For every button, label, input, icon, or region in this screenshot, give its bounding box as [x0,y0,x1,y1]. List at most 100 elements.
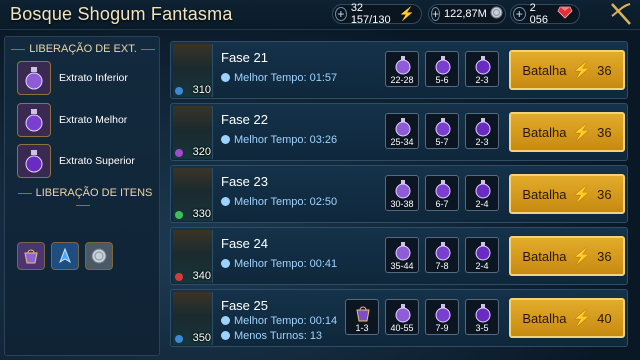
drop-quantity: 2-3 [475,137,489,147]
potion-icon [474,55,492,75]
boss-level: 350 [192,332,211,344]
drop-slot[interactable]: 30-38 [385,175,419,211]
boss-portrait: 340 [173,230,213,283]
stage-row: 330 Fase 23 Melhor Tempo: 02:50 30-38 6-7 2-4… [170,165,628,223]
add-gems-button[interactable]: + [513,7,526,21]
battle-label: Batalha [522,124,567,140]
potion-icon [17,144,51,178]
battle-button[interactable]: Batalha ⚡ 36 [509,112,625,152]
stage-row: 320 Fase 22 Melhor Tempo: 03:26 25-34 5-7 2-3… [170,103,628,161]
potion-icon [394,179,412,199]
stage-row: 350 Fase 25 Melhor Tempo: 00:14 Menos Turno… [170,289,628,347]
drop-quantity: 30-38 [390,199,414,209]
ruby-icon [557,6,573,22]
battle-button[interactable]: Batalha ⚡ 36 [509,236,625,276]
stage-name: Fase 21 [221,50,268,65]
silver-counter[interactable]: + 122,87M [428,4,506,24]
boss-level: 310 [192,84,211,96]
stage-name: Fase 25 [221,298,268,313]
extract-melhor[interactable]: Extrato Melhor [17,103,127,137]
drop-slot[interactable]: 7-8 [425,237,459,273]
drop-slot[interactable]: 35-44 [385,237,419,273]
battle-button[interactable]: Batalha ⚡ 36 [509,50,625,90]
affinity-icon [175,149,183,157]
extract-superior[interactable]: Extrato Superior [17,144,135,178]
drop-slot[interactable]: 40-55 [385,299,419,335]
potion-icon [394,55,412,75]
extract-label: Extrato Superior [59,155,135,167]
battle-button[interactable]: Batalha ⚡ 36 [509,174,625,214]
battle-label: Batalha [522,62,567,78]
drop-slot[interactable]: 7-9 [425,299,459,335]
boss-level: 320 [192,146,211,158]
affinity-icon [175,273,183,281]
potion-icon [17,103,51,137]
drop-slot[interactable]: 3-5 [465,299,499,335]
bag-icon[interactable] [17,242,45,270]
items-section-title: LIBERAÇÃO DE ITENS [5,187,161,211]
drop-quantity: 35-44 [390,261,414,271]
drop-quantity: 7-9 [435,323,449,333]
drop-quantity: 6-7 [435,199,449,209]
battle-label: Batalha [522,248,567,264]
energy-counter[interactable]: + 32 157/130 ⚡ [332,2,422,26]
add-energy-button[interactable]: + [335,7,347,21]
potion-icon [434,179,452,199]
extract-inferior[interactable]: Extrato Inferior [17,61,128,95]
drop-slot[interactable]: 22-28 [385,51,419,87]
clock-icon [221,197,230,206]
affinity-icon [175,211,183,219]
clock-icon [221,259,230,268]
potion-icon [474,303,492,323]
potion-icon [394,241,412,261]
best-time: Melhor Tempo: 00:41 [221,258,337,270]
stage-name: Fase 24 [221,236,268,251]
silver-coin-icon [490,6,503,22]
energy-cost: 36 [597,124,612,140]
silver-coin-icon[interactable] [85,242,113,270]
drop-slot[interactable]: 1-3 [345,299,379,335]
boss-level: 340 [192,270,211,282]
close-button[interactable] [606,2,636,28]
boss-portrait: 350 [173,292,213,345]
drop-quantity: 1-3 [355,323,369,333]
drop-slot[interactable]: 6-7 [425,175,459,211]
drop-quantity: 2-4 [475,261,489,271]
best-time: Melhor Tempo: 02:50 [221,196,337,208]
best-time: Melhor Tempo: 03:26 [221,134,337,146]
drop-slot[interactable]: 5-6 [425,51,459,87]
add-silver-button[interactable]: + [431,7,441,21]
drop-slot[interactable]: 2-3 [465,51,499,87]
shard-icon[interactable] [51,242,79,270]
extract-label: Extrato Inferior [59,72,128,84]
drop-slot[interactable]: 2-3 [465,113,499,149]
drop-quantity: 3-5 [475,323,489,333]
potion-icon [434,241,452,261]
drop-slot[interactable]: 25-34 [385,113,419,149]
lightning-icon: ⚡ [572,124,592,141]
energy-cost: 36 [597,248,612,264]
potion-icon [394,117,412,137]
boss-portrait: 330 [173,168,213,221]
gems-counter[interactable]: + 2 056 [510,2,580,26]
affinity-icon [175,87,183,95]
best-time-text: Melhor Tempo: 00:14 [234,315,338,327]
best-time-text: Melhor Tempo: 01:57 [234,72,338,84]
drop-slot[interactable]: 2-4 [465,237,499,273]
stage-row: 340 Fase 24 Melhor Tempo: 00:41 35-44 7-8 2-4… [170,227,628,285]
stage-name: Fase 22 [221,112,268,127]
drop-filter-panel: LIBERAÇÃO DE EXT. Extrato Inferior Extra… [4,36,160,356]
energy-cost: 36 [597,62,612,78]
clock-icon [221,316,230,325]
drop-quantity: 5-6 [435,75,449,85]
battle-button[interactable]: Batalha ⚡ 40 [509,298,625,338]
clock-icon [221,135,230,144]
drop-quantity: 25-34 [390,137,414,147]
page-title: Bosque Shogum Fantasma [10,4,233,24]
potion-icon [434,303,452,323]
drop-slot[interactable]: 5-7 [425,113,459,149]
potion-icon [474,241,492,261]
best-time-text: Melhor Tempo: 03:26 [234,134,338,146]
energy-cost: 40 [597,310,612,326]
drop-slot[interactable]: 2-4 [465,175,499,211]
